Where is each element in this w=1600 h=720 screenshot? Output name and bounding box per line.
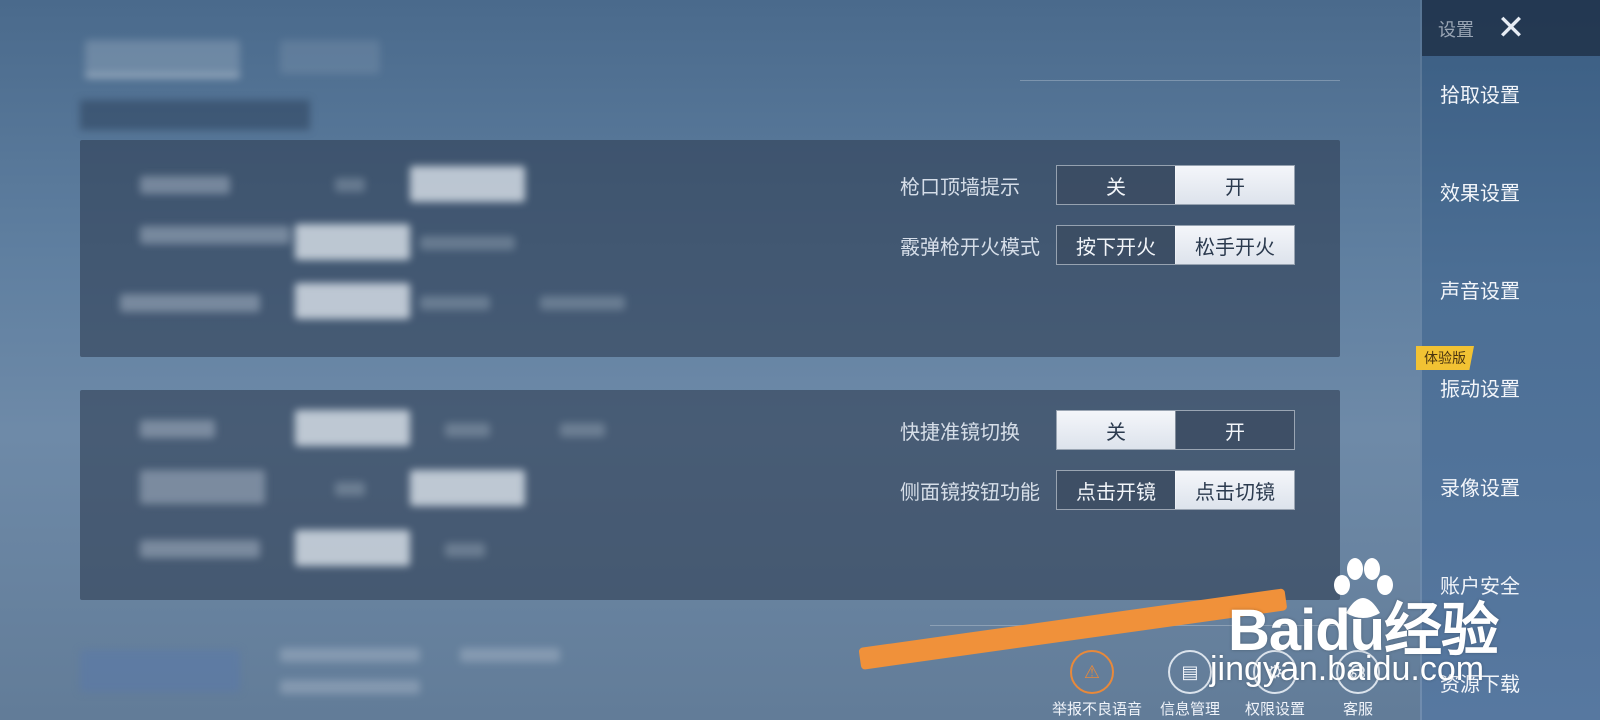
option-tap-switch-scope[interactable]: 点击切镜 [1175,471,1294,509]
close-x-icon: ✕ [1496,8,1526,48]
blurred-toggle[interactable] [295,283,410,319]
blurred-label [120,294,260,312]
permission-settings-label: 权限设置 [1244,700,1305,718]
info-management-button[interactable]: ▤ 信息管理 [1150,650,1230,719]
sidebar-item-pickup[interactable]: 拾取设置 [1440,79,1520,108]
blurred-toggle[interactable] [295,410,410,446]
muzzle-wall-hint-toggle: 关 开 [1056,165,1295,205]
blurred-tab-1[interactable] [85,40,240,78]
gear-icon: ⚙ [1253,650,1297,694]
blurred-tab-2[interactable] [280,40,380,74]
blurred-text [445,543,485,557]
blurred-section-header [80,100,310,130]
close-button[interactable]: ✕ [1490,8,1532,48]
shotgun-fire-mode-toggle: 按下开火 松手开火 [1056,225,1295,265]
customer-service-label: 客服 [1342,700,1373,718]
trial-badge: 体验版 [1416,346,1474,370]
option-press-fire[interactable]: 按下开火 [1057,226,1175,264]
option-on[interactable]: 开 [1175,411,1294,449]
blurred-text [280,648,420,662]
sidebar-item-sound[interactable]: 声音设置 [1440,275,1520,304]
sidebar-title: 设置 [1438,20,1474,41]
option-tap-open-scope[interactable]: 点击开镜 [1057,471,1175,509]
blurred-text [335,178,365,192]
report-voice-button[interactable]: ⚠ 举报不良语音 [1052,650,1143,719]
blurred-label [140,176,230,194]
option-off[interactable]: 关 [1057,166,1175,204]
blurred-text [420,236,515,250]
sidebar-item-resources[interactable]: 资源下载 [1440,668,1520,697]
quick-scope-switch-label: 快捷准镜切换 [900,420,1020,444]
settings-panel-1: 枪口顶墙提示 关 开 霰弹枪开火模式 按下开火 松手开火 [80,140,1340,357]
blurred-label [140,420,215,438]
side-scope-button-label: 侧面镜按钮功能 [900,480,1040,504]
id-card-icon: ▤ [1168,650,1212,694]
blurred-toggle[interactable] [295,530,410,566]
blurred-toggle[interactable] [410,166,525,202]
permission-settings-button[interactable]: ⚙ 权限设置 [1235,650,1315,719]
blurred-text [460,648,560,662]
side-scope-button-toggle: 点击开镜 点击切镜 [1056,470,1295,510]
sidebar-item-account[interactable]: 账户安全 [1440,570,1520,599]
blurred-text [540,296,625,310]
settings-panel-2: 快捷准镜切换 关 开 侧面镜按钮功能 点击开镜 点击切镜 [80,390,1340,600]
shotgun-fire-mode-label: 霰弹枪开火模式 [900,235,1040,259]
blurred-text [560,423,605,437]
sidebar-item-recording[interactable]: 录像设置 [1440,472,1520,501]
info-management-label: 信息管理 [1159,700,1220,718]
blurred-label [140,226,290,244]
report-voice-label: 举报不良语音 [1052,700,1143,718]
muzzle-wall-hint-label: 枪口顶墙提示 [900,175,1020,199]
divider [1020,80,1340,81]
customer-service-button[interactable]: ☊ 客服 [1318,650,1398,719]
blurred-bottom-button[interactable] [80,650,240,692]
blurred-toggle[interactable] [295,224,410,260]
blurred-text [335,482,365,496]
option-off[interactable]: 关 [1057,411,1175,449]
sidebar-item-effects[interactable]: 效果设置 [1440,177,1520,206]
headset-icon: ☊ [1336,650,1380,694]
blurred-text [280,680,420,694]
sidebar-item-vibration[interactable]: 振动设置 [1440,373,1520,402]
settings-sidebar: 设置 ✕ 拾取设置 效果设置 声音设置 体验版 振动设置 录像设置 账户安全 资… [1416,0,1600,720]
option-on[interactable]: 开 [1175,166,1294,204]
warning-icon: ⚠ [1070,650,1114,694]
blurred-label [140,470,265,504]
sidebar-header: 设置 ✕ [1422,0,1600,56]
quick-scope-switch-toggle: 关 开 [1056,410,1295,450]
blurred-label [140,540,260,558]
blurred-text [445,423,490,437]
blurred-text [420,296,490,310]
option-release-fire[interactable]: 松手开火 [1175,226,1294,264]
blurred-toggle[interactable] [410,470,525,506]
